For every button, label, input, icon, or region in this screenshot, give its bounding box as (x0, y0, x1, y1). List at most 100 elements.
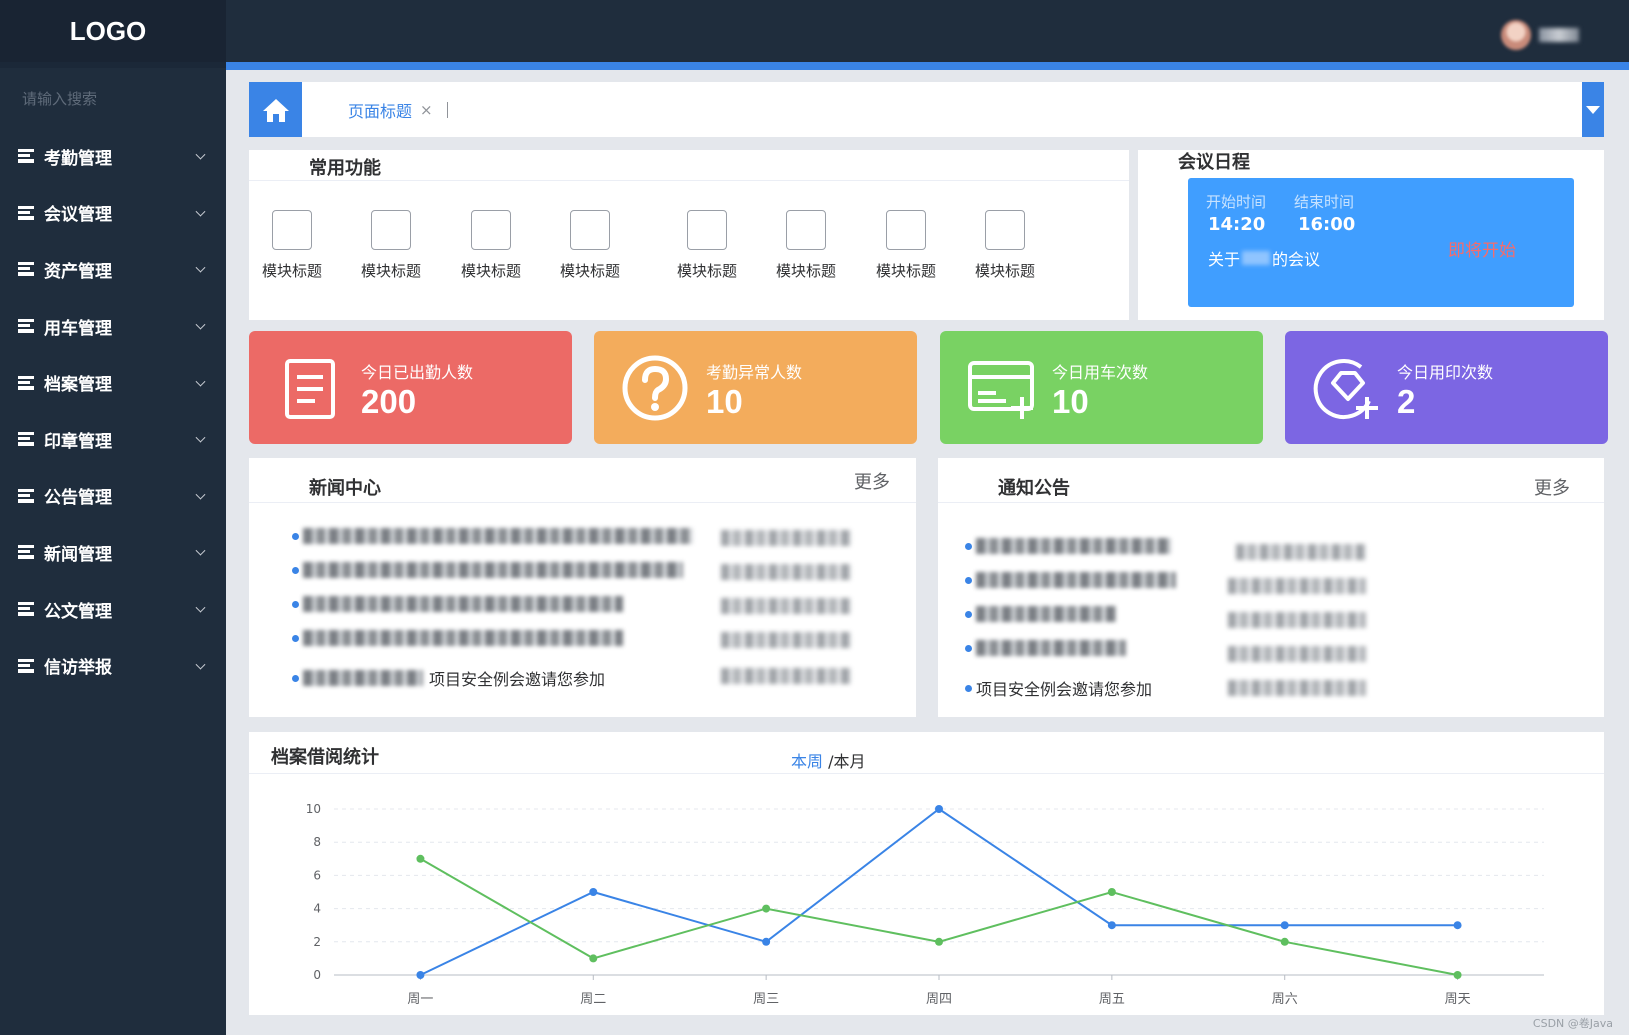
chevron-down-icon (195, 659, 206, 670)
module-shortcut[interactable]: 模块标题 (766, 210, 846, 281)
home-button[interactable] (249, 82, 302, 137)
archive-borrow-chart-card: 档案借阅统计 本周 /本月 0 2 4 6 8 10 周一 周二 周三 周四 周五 周六 周天 (249, 732, 1604, 1015)
meeting-status: 即将开始 (1448, 241, 1516, 261)
stat-value: 10 (706, 383, 743, 420)
news-item[interactable] (292, 562, 683, 578)
notice-item[interactable] (965, 640, 1126, 656)
news-title-blurred (303, 630, 623, 646)
sidebar-item[interactable]: 资产管理 (0, 241, 226, 298)
watermark: CSDN @卷Java (1532, 1017, 1613, 1030)
news-item[interactable]: 项目安全例会邀请您参加 (292, 666, 605, 690)
sidebar-item[interactable]: 公告管理 (0, 468, 226, 525)
news-item[interactable] (292, 528, 693, 544)
avatar[interactable] (1501, 20, 1531, 50)
meeting-item[interactable]: 开始时间 结束时间 14:20 16:00 关于 的会议 即将开始 (1188, 178, 1574, 307)
tab-page-title[interactable]: 页面标题 × (348, 98, 433, 122)
notice-item[interactable] (965, 606, 1116, 622)
notice-date-blurred (1228, 680, 1366, 696)
sidebar-item[interactable]: 用车管理 (0, 298, 226, 355)
module-shortcut[interactable]: 模块标题 (667, 210, 747, 281)
stat-label: 考勤异常人数 (706, 363, 803, 382)
y-tick-label: 6 (313, 868, 321, 882)
sidebar-item[interactable]: 信访举报 (0, 637, 226, 694)
bullet-dot (965, 644, 972, 652)
list-icon (18, 319, 34, 334)
module-shortcut[interactable]: 模块标题 (451, 210, 531, 281)
list-icon (18, 488, 34, 503)
stat-value: 2 (1397, 383, 1416, 420)
module-shortcut[interactable]: 模块标题 (866, 210, 946, 281)
sidebar-item-label: 会议管理 (44, 205, 112, 226)
sidebar-item[interactable]: 印章管理 (0, 411, 226, 468)
user-profile[interactable] (1501, 20, 1579, 50)
module-shortcut[interactable]: 模块标题 (550, 210, 630, 281)
data-point-series-0 (589, 888, 598, 896)
sidebar-item[interactable]: 会议管理 (0, 185, 226, 242)
sidebar-item[interactable]: 公文管理 (0, 581, 226, 638)
notice-title: 通知公告 (998, 478, 1070, 499)
x-tick-label: 周天 (1445, 992, 1471, 1007)
sidebar-item-label: 档案管理 (44, 375, 112, 396)
module-icon (687, 210, 727, 250)
stat-card[interactable]: 今日已出勤人数 200 (249, 331, 572, 444)
chevron-down-icon (195, 546, 206, 557)
stat-label: 今日已出勤人数 (361, 363, 474, 382)
sidebar-item[interactable]: 考勤管理 (0, 128, 226, 185)
notice-more-link[interactable]: 更多 (1534, 474, 1570, 500)
y-tick-label: 10 (306, 802, 321, 816)
list-icon (18, 262, 34, 277)
stat-card[interactable]: 今日用车次数 10 (940, 331, 1263, 444)
news-item[interactable] (292, 630, 623, 646)
tabs-dropdown-button[interactable] (1582, 82, 1604, 137)
sidebar-search-input[interactable]: 请输入搜索 (0, 68, 226, 128)
stat-card[interactable]: 考勤异常人数 10 (594, 331, 917, 444)
bullet-dot (292, 674, 299, 682)
data-point-series-0 (935, 805, 943, 813)
news-center-title: 新闻中心 (309, 478, 381, 499)
y-tick-label: 2 (313, 935, 321, 949)
bullet-dot (965, 610, 972, 618)
notice-item[interactable]: 项目安全例会邀请您参加 (965, 676, 1152, 700)
header-accent-bar (226, 62, 1629, 70)
tab-label: 页面标题 (348, 101, 413, 121)
list-icon (18, 375, 34, 390)
x-tick-label: 周四 (926, 992, 952, 1007)
module-icon (985, 210, 1025, 250)
notice-date-blurred (1228, 612, 1366, 628)
chevron-down-icon (195, 602, 206, 613)
bullet-dot (292, 600, 299, 608)
notice-item[interactable] (965, 572, 1176, 588)
notice-date-blurred (1228, 646, 1366, 662)
username-blurred (1539, 28, 1579, 42)
chevron-down-icon (195, 432, 206, 443)
sidebar-item-label: 公告管理 (44, 488, 112, 509)
data-point-series-1 (589, 954, 598, 963)
meeting-topic: 关于 的会议 (1208, 246, 1320, 270)
module-shortcut[interactable]: 模块标题 (351, 210, 431, 281)
module-label: 模块标题 (559, 262, 620, 280)
news-item[interactable] (292, 596, 623, 612)
notice-title-blurred (976, 640, 1126, 656)
sidebar-item[interactable]: 新闻管理 (0, 524, 226, 581)
notice-date-blurred (1236, 544, 1366, 560)
notice-item[interactable] (965, 538, 1171, 554)
logo: LOGO (0, 0, 226, 62)
sidebar-item-label: 印章管理 (44, 431, 112, 452)
notice-title-blurred (976, 572, 1176, 588)
sidebar-item[interactable]: 档案管理 (0, 354, 226, 411)
bullet-dot (292, 634, 299, 642)
tab-close-icon[interactable]: × (420, 101, 433, 119)
module-shortcut[interactable]: 模块标题 (965, 210, 1045, 281)
news-more-link[interactable]: 更多 (854, 468, 890, 494)
document-icon (285, 359, 335, 419)
stat-label: 今日用印次数 (1397, 363, 1494, 382)
data-point-series-1 (762, 904, 771, 913)
home-icon (262, 98, 289, 122)
list-icon (18, 658, 34, 673)
stat-card[interactable]: 今日用印次数 2 (1285, 331, 1608, 444)
stat-value: 10 (1052, 383, 1089, 420)
module-label: 模块标题 (360, 262, 421, 280)
notice-title-blurred (976, 538, 1171, 554)
common-functions-title: 常用功能 (309, 158, 381, 179)
module-shortcut[interactable]: 模块标题 (252, 210, 332, 281)
